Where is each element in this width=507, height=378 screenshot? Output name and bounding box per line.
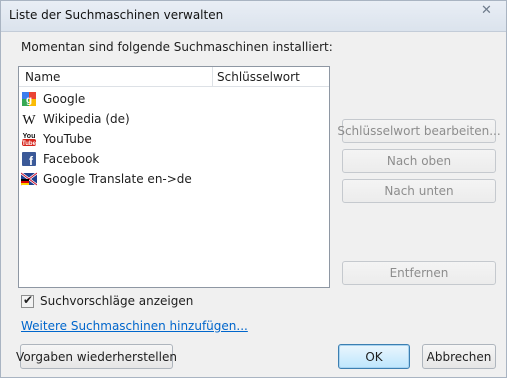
list-item-label: Google [43, 92, 86, 106]
suggestions-checkbox[interactable]: ✔ [21, 292, 34, 308]
dialog-content: Momentan sind folgende Suchmaschinen ins… [1, 32, 506, 377]
checkmark-icon: ✔ [23, 292, 34, 307]
svg-text:Tube: Tube [22, 141, 37, 147]
list-item[interactable]: W Wikipedia (de) [21, 109, 321, 129]
move-down-button[interactable]: Nach unten [342, 179, 496, 203]
svg-text:W: W [22, 113, 36, 127]
flag-de-icon [20, 171, 38, 187]
manage-search-engines-dialog: Liste der Suchmaschinen verwalten ✕ Mome… [0, 0, 507, 378]
column-separator[interactable] [212, 67, 213, 86]
suggestions-checkbox-row[interactable]: ✔ Suchvorschläge anzeigen [21, 292, 193, 308]
move-up-button[interactable]: Nach oben [342, 149, 496, 173]
suggestions-label[interactable]: Suchvorschläge anzeigen [40, 294, 193, 308]
window-title: Liste der Suchmaschinen verwalten [9, 8, 224, 22]
title-bar[interactable]: Liste der Suchmaschinen verwalten ✕ [1, 1, 506, 32]
cancel-button[interactable]: Abbrechen [422, 344, 496, 369]
list-item[interactable]: Google Translate en->de [20, 169, 321, 189]
list-item[interactable]: You Tube YouTube [21, 129, 321, 149]
svg-text:You: You [23, 133, 36, 140]
youtube-icon: You Tube [21, 131, 37, 147]
close-icon[interactable]: ✕ [473, 1, 500, 19]
list-item-label: Google Translate en->de [43, 172, 192, 186]
restore-defaults-button[interactable]: Vorgaben wiederherstellen [16, 344, 177, 369]
remove-button[interactable]: Entfernen [342, 261, 496, 285]
facebook-icon: f [21, 151, 37, 168]
edit-keyword-button[interactable]: Schlüsselwort bearbeiten... [337, 119, 501, 143]
column-header-keyword[interactable]: Schlüsselwort [217, 70, 300, 84]
list-item-label: Wikipedia (de) [43, 112, 130, 126]
list-item-label: Facebook [43, 152, 100, 166]
svg-text:g: g [26, 95, 32, 106]
column-header-name[interactable]: Name [25, 70, 60, 84]
intro-text: Momentan sind folgende Suchmaschinen ins… [21, 40, 333, 54]
more-search-engines-link[interactable]: Weitere Suchmaschinen hinzufügen... [21, 319, 248, 333]
list-item[interactable]: f Facebook [21, 149, 321, 169]
google-icon: g [21, 91, 37, 107]
search-engine-list[interactable]: Name Schlüsselwort g Google W Wikipedia … [18, 66, 330, 288]
wikipedia-icon: W [21, 111, 37, 128]
list-item[interactable]: g Google [21, 89, 321, 109]
ok-button[interactable]: OK [338, 344, 410, 369]
list-header: Name Schlüsselwort [19, 67, 329, 87]
list-item-label: YouTube [43, 132, 92, 146]
